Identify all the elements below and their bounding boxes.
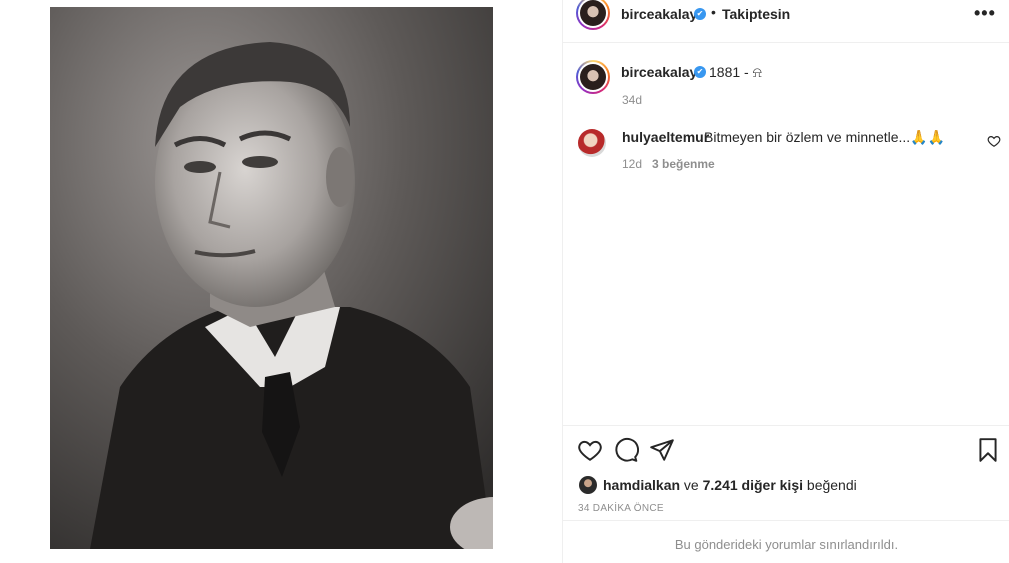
- post-side-panel: birceakalay ✔ • Takiptesin ••• birceakal…: [562, 0, 1009, 563]
- comments-limited-notice: Bu gönderideki yorumlar sınırlandırıldı.: [563, 520, 1009, 563]
- verified-badge-icon: ✔: [694, 66, 706, 78]
- portrait-illustration: [50, 7, 493, 549]
- comment-icon[interactable]: [613, 437, 639, 463]
- caption-timestamp[interactable]: 34d: [622, 93, 642, 107]
- post-time-ago[interactable]: 34 DAKİKA ÖNCE: [578, 503, 664, 514]
- action-bar: [563, 425, 1009, 473]
- likes-text: hamdialkan ve 7.241 diğer kişi beğendi: [603, 477, 857, 493]
- author-username[interactable]: birceakalay: [621, 6, 697, 22]
- following-button[interactable]: Takiptesin: [722, 6, 790, 22]
- share-icon[interactable]: [649, 437, 675, 463]
- bookmark-icon[interactable]: [975, 437, 1001, 463]
- instagram-post-view: birceakalay ✔ • Takiptesin ••• birceakal…: [0, 0, 1009, 563]
- liker-avatar[interactable]: [579, 476, 597, 494]
- caption-username[interactable]: birceakalay: [621, 64, 697, 80]
- avatar-image: [580, 64, 606, 90]
- comment-text: Bitmeyen bir özlem ve minnetle...🙏🙏: [704, 129, 946, 145]
- avatar-image: [580, 0, 606, 26]
- caption-author-avatar[interactable]: [576, 60, 610, 94]
- author-avatar[interactable]: [576, 0, 610, 30]
- comment-likes-count[interactable]: 3 beğenme: [652, 157, 715, 171]
- more-options-icon[interactable]: •••: [974, 3, 996, 24]
- likes-others-count[interactable]: 7.241 diğer kişi: [703, 477, 803, 493]
- likes-summary: hamdialkan ve 7.241 diğer kişi beğendi: [563, 474, 1009, 496]
- commenter-avatar[interactable]: [578, 129, 606, 157]
- comment-timestamp[interactable]: 12d: [622, 157, 642, 171]
- verified-badge-icon: ✔: [694, 8, 706, 20]
- post-header: birceakalay ✔ • Takiptesin •••: [563, 0, 1009, 43]
- commenter-username[interactable]: hulyaeltemur: [622, 129, 709, 145]
- separator-dot: •: [711, 4, 716, 20]
- heart-icon[interactable]: [577, 437, 603, 463]
- liker-username[interactable]: hamdialkan: [603, 477, 680, 493]
- caption-text: 1881 - ⍾: [709, 64, 762, 80]
- likes-connector: ve: [683, 477, 699, 493]
- likes-suffix: beğendi: [806, 477, 857, 493]
- comment-heart-icon[interactable]: [987, 134, 1001, 148]
- media-area: [0, 0, 562, 563]
- post-photo[interactable]: [50, 7, 493, 549]
